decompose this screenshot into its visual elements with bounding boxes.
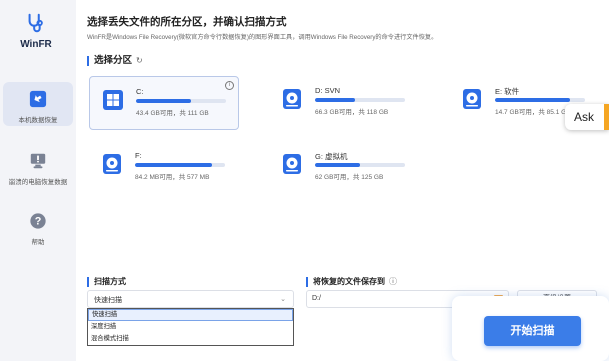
local-recovery-icon xyxy=(29,90,47,108)
drive-usage-fill xyxy=(315,163,360,167)
drive-name: E: 软件 xyxy=(495,87,520,96)
disk-icon xyxy=(283,154,301,174)
drive-card-d[interactable]: D: SVN 66.3 GB可用，共 118 GB xyxy=(269,76,419,130)
help-icon: ? xyxy=(30,213,46,229)
partition-section-title: 选择分区 ↻ xyxy=(87,56,143,66)
sidebar-item-label: 崩溃的电脑恢复数据 xyxy=(8,179,68,186)
scan-mode-option-quick[interactable]: 快速扫描 xyxy=(88,309,293,321)
sidebar-item-local-recovery[interactable]: 本机数据恢复 xyxy=(3,82,73,126)
drive-name: G: 虚拟机 xyxy=(315,152,348,161)
info-icon[interactable]: i xyxy=(225,81,234,90)
sidebar-item-label: 本机数据恢复 xyxy=(18,117,58,124)
drive-card-f[interactable]: F: 84.2 MB可用，共 577 MB xyxy=(89,141,239,195)
disk-icon xyxy=(283,89,301,109)
scan-mode-title: 扫描方式 xyxy=(87,277,126,287)
disk-icon xyxy=(463,89,481,109)
crashed-pc-icon xyxy=(30,153,46,169)
drive-name: D: SVN xyxy=(315,86,341,95)
drive-usage-bar xyxy=(135,163,225,167)
drive-usage-bar xyxy=(315,163,405,167)
scan-mode-option-mixed[interactable]: 混合模式扫描 xyxy=(88,333,293,345)
drive-name: F: xyxy=(135,151,142,160)
sidebar-item-label: 帮助 xyxy=(31,239,45,246)
drive-usage-fill xyxy=(136,99,191,103)
drive-capacity: 66.3 GB可用，共 118 GB xyxy=(315,109,389,116)
drive-name: C: xyxy=(136,87,144,96)
sidebar-item-help[interactable]: ? 帮助 xyxy=(3,212,73,252)
disk-icon xyxy=(103,154,121,174)
drive-usage-bar xyxy=(315,98,405,102)
refresh-icon[interactable]: ↻ xyxy=(136,56,143,65)
app-name: WinFR xyxy=(20,39,52,50)
drive-capacity: 43.4 GB可用，共 111 GB xyxy=(136,110,209,117)
scan-mode-dropdown: 快速扫描 深度扫描 混合模式扫描 xyxy=(87,308,294,346)
drive-card-c[interactable]: C: 43.4 GB可用，共 111 GB i xyxy=(89,76,239,130)
drive-usage-fill xyxy=(315,98,355,102)
page-title: 选择丢失文件的所在分区，并确认扫描方式 xyxy=(87,16,287,28)
sidebar: WinFR 本机数据恢复 崩溃的电脑恢复数据 ? 帮助 xyxy=(0,0,76,361)
app-logo: WinFR xyxy=(10,10,62,50)
page-subtitle: WinFR是Windows File Recovery(微软官方命令行数据恢复)… xyxy=(87,34,438,41)
scan-mode-option-deep[interactable]: 深度扫描 xyxy=(88,321,293,333)
drive-usage-bar xyxy=(495,98,585,102)
save-path-title: 将恢复的文件保存到 ⓘ xyxy=(306,277,397,287)
drive-card-g[interactable]: G: 虚拟机 62 GB可用，共 125 GB xyxy=(269,141,419,195)
drive-capacity: 62 GB可用，共 125 GB xyxy=(315,174,384,181)
info-icon[interactable]: ⓘ xyxy=(389,277,397,286)
drive-capacity: 14.7 GB可用，共 85.1 GB xyxy=(495,109,571,116)
windows-drive-icon xyxy=(103,90,123,110)
scan-mode-selected: 快速扫描 xyxy=(94,297,122,304)
ask-button-edge xyxy=(604,104,609,130)
drive-capacity: 84.2 MB可用，共 577 MB xyxy=(135,174,210,181)
sidebar-item-crashed-pc[interactable]: 崩溃的电脑恢复数据 xyxy=(3,152,73,192)
scan-mode-select[interactable]: 快速扫描 ⌄ xyxy=(87,290,294,308)
stethoscope-logo-icon xyxy=(28,13,43,33)
svg-text:?: ? xyxy=(35,216,42,228)
drive-usage-fill xyxy=(495,98,570,102)
chevron-down-icon: ⌄ xyxy=(280,296,286,303)
ask-button[interactable]: Ask xyxy=(565,104,609,130)
drive-usage-bar xyxy=(136,99,226,103)
drive-usage-fill xyxy=(135,163,212,167)
start-scan-button[interactable]: 开始扫描 xyxy=(484,316,581,346)
